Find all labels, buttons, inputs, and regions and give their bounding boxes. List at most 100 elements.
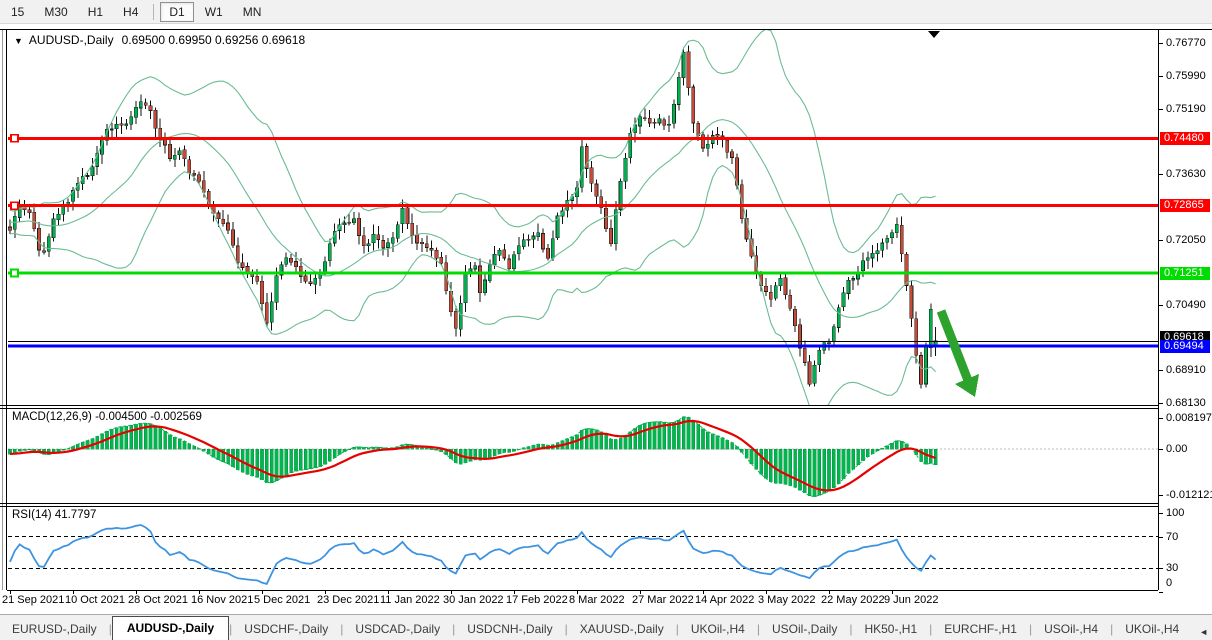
- candle-body: [871, 253, 874, 258]
- line-handle[interactable]: [11, 202, 18, 209]
- chart-tab-eurchf-h1[interactable]: EURCHF-,H1: [932, 618, 1029, 640]
- timeframe-button-d1[interactable]: D1: [160, 2, 193, 22]
- time-axis[interactable]: 21 Sep 202110 Oct 202128 Oct 202116 Nov …: [0, 592, 1212, 608]
- candle-body: [915, 319, 918, 355]
- candle-body: [33, 212, 36, 229]
- candle-body: [697, 123, 700, 135]
- main-price-chart[interactable]: [0, 30, 1158, 406]
- macd-histogram-bar: [643, 423, 646, 449]
- candle-body: [580, 147, 583, 188]
- timeframe-button-m30[interactable]: M30: [35, 2, 76, 22]
- candle-body: [173, 155, 176, 159]
- price-tick-mark: [1159, 174, 1163, 175]
- macd-histogram-bar: [178, 439, 181, 449]
- macd-histogram-bar: [120, 427, 123, 450]
- macd-histogram-bar: [299, 449, 302, 470]
- scroll-left-icon[interactable]: ◄: [1199, 627, 1208, 637]
- chart-tab-usdchf-daily[interactable]: USDCHF-,Daily: [232, 618, 340, 640]
- rsi-panel[interactable]: [0, 507, 1158, 590]
- candle-body: [503, 250, 506, 258]
- chart-tab-eurusd-daily[interactable]: EURUSD-,Daily: [0, 618, 109, 640]
- macd-histogram-bar: [585, 429, 588, 449]
- chart-tab-usoil-daily[interactable]: USOil-,Daily: [760, 618, 849, 640]
- macd-histogram-bar: [701, 429, 704, 450]
- macd-histogram-bar: [164, 431, 167, 449]
- date-tick-label: 9 Jun 2022: [884, 594, 938, 606]
- macd-histogram-bar: [668, 423, 671, 449]
- horizontal-line-0.72865[interactable]: [8, 204, 1158, 207]
- line-handle[interactable]: [11, 135, 18, 142]
- timeframe-button-h1[interactable]: H1: [79, 2, 112, 22]
- date-tick-label: 11 Jan 2022: [380, 594, 440, 606]
- price-tick-label: 0.72050: [1166, 234, 1206, 246]
- macd-histogram-bar: [498, 449, 501, 454]
- candle-body: [193, 173, 196, 175]
- date-tick-label: 22 May 2022: [821, 594, 885, 606]
- candle-body: [920, 356, 923, 385]
- panel-separator[interactable]: [0, 405, 1158, 406]
- candle-body: [125, 124, 128, 126]
- candle-body: [803, 348, 806, 362]
- macd-histogram-bar: [338, 449, 341, 454]
- candle-body: [677, 77, 680, 104]
- date-tick-label: 10 Oct 2021: [65, 594, 125, 606]
- macd-panel[interactable]: [0, 409, 1158, 503]
- candle-body: [130, 117, 133, 124]
- macd-histogram-bar: [653, 422, 656, 449]
- chart-title: ▼AUDUSD-,Daily0.69500 0.69950 0.69256 0.…: [14, 33, 305, 48]
- candle-body: [454, 311, 457, 328]
- horizontal-line-0.71251[interactable]: [8, 272, 1158, 275]
- chart-tab-audusd-daily[interactable]: AUDUSD-,Daily: [112, 616, 229, 640]
- chart-tab-usoil-h4[interactable]: USOil-,H4: [1032, 618, 1110, 640]
- candle-body: [726, 140, 729, 152]
- candle-body: [183, 150, 186, 159]
- candle-body: [435, 250, 438, 258]
- candle-body: [222, 219, 225, 224]
- macd-histogram-bar: [784, 449, 787, 484]
- candle-body: [91, 167, 94, 176]
- candle-body: [808, 362, 811, 385]
- chart-tab-usdcnh-daily[interactable]: USDCNH-,Daily: [455, 618, 564, 640]
- candle-body: [595, 184, 598, 196]
- macd-histogram-bar: [125, 426, 128, 449]
- timeframe-button-mn[interactable]: MN: [234, 2, 271, 22]
- timeframe-button-m15[interactable]: 15: [2, 2, 33, 22]
- candle-body: [866, 258, 869, 261]
- macd-histogram-bar: [614, 440, 617, 449]
- candle-body: [425, 244, 428, 248]
- candle-body: [731, 152, 734, 158]
- chart-tab-usdcad-daily[interactable]: USDCAD-,Daily: [343, 618, 452, 640]
- macd-histogram-bar: [847, 449, 850, 473]
- price-tick-label: 0.70490: [1166, 299, 1206, 311]
- chart-tab-ukoil-h4[interactable]: UKOil-,H4: [1113, 618, 1191, 640]
- macd-histogram-bar: [319, 449, 322, 467]
- candle-body: [309, 282, 312, 284]
- macd-histogram-bar: [827, 449, 830, 491]
- candle-body: [217, 213, 220, 219]
- price-axis[interactable]: 0.767700.759900.751900.736300.720500.704…: [1158, 30, 1212, 590]
- date-tick-label: 8 Mar 2022: [569, 594, 625, 606]
- line-handle[interactable]: [11, 270, 18, 277]
- horizontal-line-0.74480[interactable]: [8, 137, 1158, 140]
- price-tick-label: 0.75190: [1166, 103, 1206, 115]
- panel-separator[interactable]: [0, 503, 1158, 504]
- horizontal-line-0.69494[interactable]: [8, 345, 1158, 348]
- price-line-badge: 0.74480: [1160, 132, 1210, 145]
- candle-body: [517, 246, 520, 254]
- candle-body: [852, 279, 855, 281]
- date-tick-label: 27 Mar 2022: [632, 594, 694, 606]
- macd-histogram-bar: [803, 449, 806, 493]
- candle-body: [227, 223, 230, 230]
- candle-body: [430, 249, 433, 251]
- candle-body: [386, 243, 389, 248]
- timeframe-button-w1[interactable]: W1: [196, 2, 232, 22]
- macd-histogram-bar: [159, 428, 162, 449]
- candle-body: [498, 250, 501, 255]
- toolbar-separator: [153, 4, 154, 20]
- timeframe-button-h4[interactable]: H4: [114, 2, 147, 22]
- price-tick-mark: [1159, 370, 1163, 371]
- chart-tab-ukoil-h4[interactable]: UKOil-,H4: [679, 618, 757, 640]
- chart-tab-xauusd-daily[interactable]: XAUUSD-,Daily: [568, 618, 676, 640]
- chevron-down-icon[interactable]: ▼: [14, 36, 23, 46]
- chart-tab-hk50-h1[interactable]: HK50-,H1: [852, 618, 929, 640]
